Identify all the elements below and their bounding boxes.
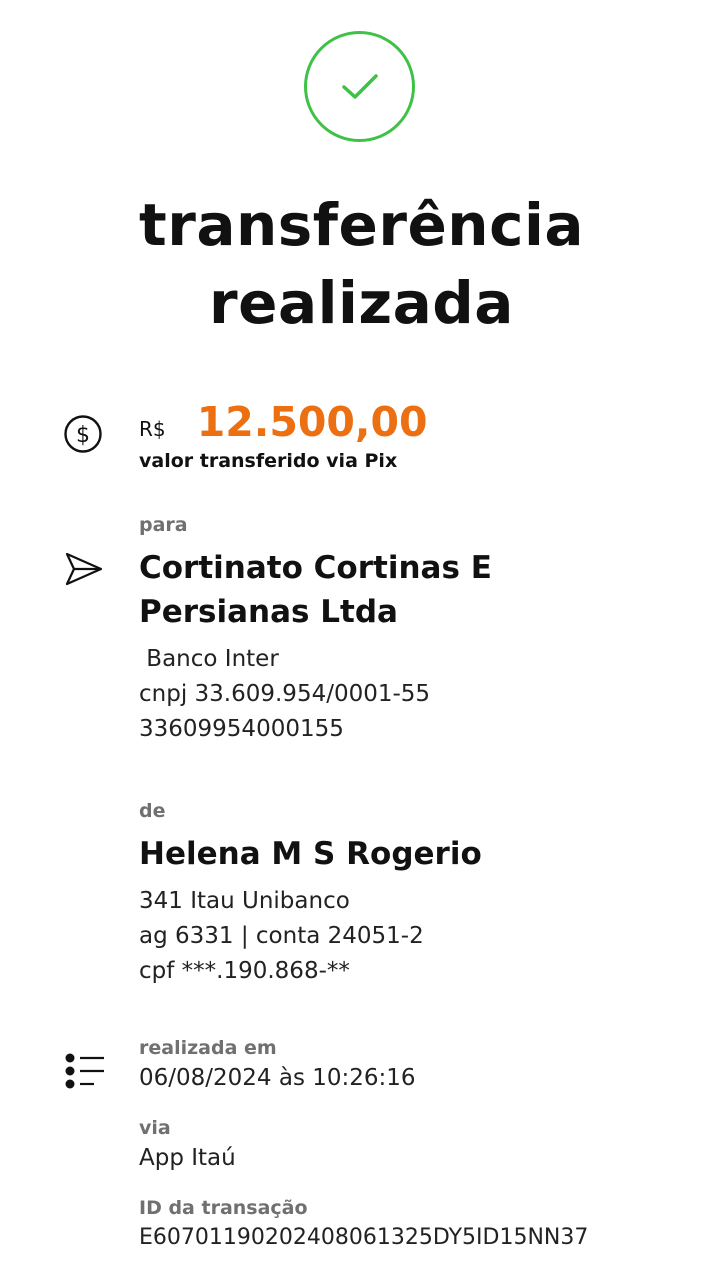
via-label: via: [139, 1117, 171, 1139]
date-label: realizada em: [139, 1037, 277, 1059]
transfer-receipt: transferência realizada $ R$ 12.500,00 v…: [0, 0, 723, 1280]
recipient-name-line-2: Persianas Ltda: [139, 594, 398, 630]
recipient-name-line-1: Cortinato Cortinas E: [139, 550, 492, 586]
send-icon: [64, 551, 104, 591]
recipient-section: para Cortinato Cortinas E Persianas Ltda…: [139, 514, 492, 747]
currency-symbol: R$: [139, 417, 166, 441]
recipient-document: cnpj 33.609.954/0001-55: [139, 681, 431, 707]
amount-value: 12.500,00: [196, 398, 428, 446]
success-check-icon: [304, 31, 415, 142]
transaction-id-label: ID da transação: [139, 1197, 308, 1219]
sender-document: cpf ***.190.868-**: [139, 958, 350, 984]
title-line-1: transferência: [139, 191, 584, 259]
recipient-name: Cortinato Cortinas E Persianas Ltda: [139, 546, 492, 634]
sender-account: ag 6331 | conta 24051-2: [139, 923, 424, 949]
title-line-2: realizada: [209, 269, 514, 337]
recipient-label: para: [139, 514, 188, 536]
list-icon: [64, 1052, 106, 1096]
recipient-key: 33609954000155: [139, 716, 344, 742]
sender-bank: 341 Itau Unibanco: [139, 888, 350, 914]
amount-section: R$ 12.500,00 valor transferido via Pix: [139, 398, 428, 472]
date-value: 06/08/2024 às 10:26:16: [139, 1065, 416, 1091]
details-section: realizada em 06/08/2024 às 10:26:16 via …: [139, 1037, 588, 1255]
page-title: transferência realizada: [0, 186, 723, 342]
amount-caption: valor transferido via Pix: [139, 450, 398, 472]
sender-section: de Helena M S Rogerio 341 Itau Unibanco …: [139, 800, 482, 989]
transaction-id-value: E60701190202408061325DY5ID15NN37: [139, 1225, 589, 1250]
svg-text:$: $: [76, 423, 90, 448]
dollar-circle-icon: $: [62, 413, 104, 459]
sender-name: Helena M S Rogerio: [139, 836, 482, 872]
recipient-bank: Banco Inter: [139, 646, 279, 672]
via-value: App Itaú: [139, 1145, 236, 1171]
sender-label: de: [139, 800, 166, 822]
